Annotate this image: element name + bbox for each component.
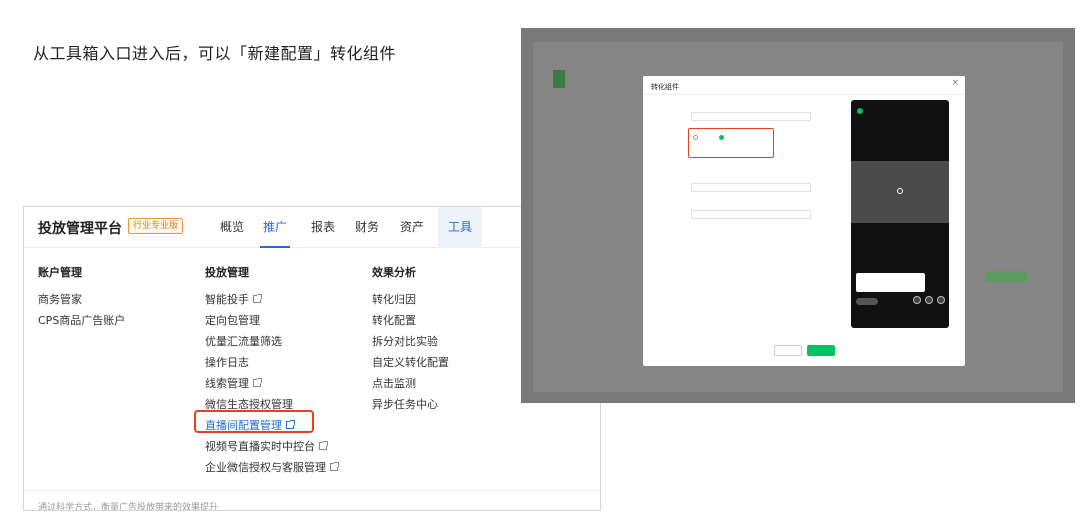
share-icon: [937, 296, 945, 304]
radio-highlight-box: [688, 128, 774, 158]
confirm-button[interactable]: [807, 345, 835, 356]
nav-tab-promotion[interactable]: 推广: [260, 207, 290, 248]
play-icon: [897, 188, 903, 194]
menu-item-label: 企业微信授权与客服管理: [205, 461, 326, 474]
footer-divider: [24, 490, 600, 491]
radio-option-1[interactable]: [693, 134, 700, 140]
modal-divider: [643, 94, 965, 95]
menu-item-traffic-filter[interactable]: 优量汇流量筛选: [205, 333, 282, 349]
phone-preview: [851, 100, 949, 328]
menu-item-click-monitor[interactable]: 点击监测: [372, 375, 416, 391]
like-icon: [925, 296, 933, 304]
menu-item-custom-conversion[interactable]: 自定义转化配置: [372, 354, 449, 370]
external-link-icon: [330, 462, 339, 471]
radio-selected-icon: [719, 134, 724, 140]
menu-item-label: 线索管理: [205, 377, 249, 390]
menu-item-conversion-config[interactable]: 转化配置: [372, 312, 416, 328]
menu-item-lead-management[interactable]: 线索管理: [205, 375, 262, 391]
menu-item-live-console[interactable]: 视频号直播实时中控台: [205, 438, 328, 454]
modal-input-2[interactable]: [691, 183, 811, 192]
ad-management-heading: 投放管理: [205, 266, 249, 279]
account-management-heading: 账户管理: [38, 266, 82, 279]
menu-item-operation-log[interactable]: 操作日志: [205, 354, 249, 370]
edition-badge: 行业专业版: [128, 218, 184, 234]
nav-tab-reports[interactable]: 报表: [306, 207, 340, 248]
modal-input-3[interactable]: [691, 210, 811, 219]
platform-brand: 投放管理平台: [38, 221, 122, 237]
modal-title: 转化组件: [651, 83, 679, 91]
highlight-box: [194, 410, 314, 433]
menu-item-async-tasks[interactable]: 异步任务中心: [372, 396, 438, 412]
caption-text: 从工具箱入口进入后，可以「新建配置」转化组件: [33, 44, 397, 63]
cancel-button[interactable]: [774, 345, 802, 356]
gift-icon: [913, 296, 921, 304]
menu-item-cps-account[interactable]: CPS商品广告账户: [38, 312, 125, 328]
platform-menu-screenshot: 投放管理平台 行业专业版 概览 推广 报表 财务 资产 工具 账户管理 商务管家…: [23, 206, 601, 511]
close-icon[interactable]: ×: [951, 78, 959, 88]
nav-tab-tools[interactable]: 工具: [438, 207, 482, 248]
conversion-component-modal: 转化组件 ×: [643, 76, 965, 366]
product-card: [856, 273, 925, 292]
external-link-icon: [253, 294, 262, 303]
nav-tab-assets[interactable]: 资产: [395, 207, 429, 248]
menu-item-label: 智能投手: [205, 293, 249, 306]
nav-tab-finance[interactable]: 财务: [350, 207, 384, 248]
external-link-icon: [319, 441, 328, 450]
nav-tab-overview[interactable]: 概览: [212, 207, 252, 248]
effect-analysis-heading: 效果分析: [372, 266, 416, 279]
menu-item-business-manager[interactable]: 商务管家: [38, 291, 82, 307]
menu-item-smart-bidder[interactable]: 智能投手: [205, 291, 262, 307]
radio-option-2[interactable]: [719, 134, 726, 140]
background-button: [985, 271, 1027, 282]
radio-icon: [693, 134, 698, 140]
menu-item-label: 视频号直播实时中控台: [205, 440, 315, 453]
footer-note: 通过科学方式，衡量广告投放带来的效果提升: [38, 503, 219, 511]
wechat-logo-icon: [857, 108, 863, 114]
modal-screenshot: 转化组件 ×: [521, 28, 1075, 403]
menu-item-targeting-package[interactable]: 定向包管理: [205, 312, 260, 328]
slide: 从工具箱入口进入后，可以「新建配置」转化组件 投放管理平台 行业专业版 概览 推…: [0, 0, 1080, 521]
top-nav-bar: 投放管理平台 行业专业版 概览 推广 报表 财务 资产 工具: [24, 207, 600, 248]
external-link-icon: [253, 378, 262, 387]
background-logo: [553, 70, 565, 88]
menu-item-wecom-service[interactable]: 企业微信授权与客服管理: [205, 459, 339, 475]
menu-item-attribution[interactable]: 转化归因: [372, 291, 416, 307]
menu-item-ab-test[interactable]: 拆分对比实验: [372, 333, 438, 349]
comment-bar: [856, 298, 878, 305]
modal-input-1[interactable]: [691, 112, 811, 121]
